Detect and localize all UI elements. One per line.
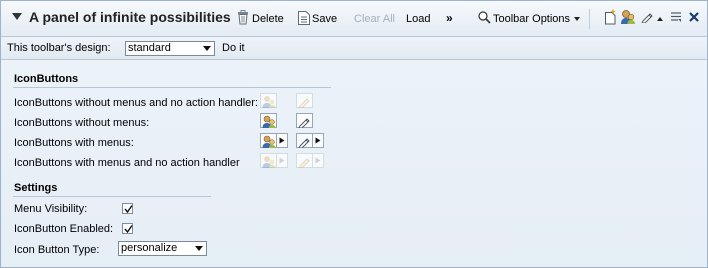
panel-title: A panel of infinite possibilities — [29, 9, 231, 25]
close-icon[interactable] — [688, 11, 700, 23]
menu-visibility-label: Menu Visibility: — [14, 203, 88, 215]
search-icon[interactable] — [478, 11, 491, 24]
section-divider — [13, 196, 211, 197]
menu-arrow-icon[interactable] — [276, 154, 287, 167]
new-icon[interactable] — [604, 9, 618, 25]
pencil-icon — [298, 158, 310, 168]
checkmark-icon — [124, 205, 133, 214]
personalize-icon — [262, 135, 276, 148]
collapse-arrow-icon[interactable] — [12, 13, 22, 20]
iconbutton-row-label: IconButtons without menus and no action … — [14, 97, 258, 109]
settings-heading: Settings — [14, 182, 58, 194]
checkmark-icon — [124, 225, 133, 234]
menu-arrow-icon[interactable] — [312, 154, 323, 167]
personalize-menu-iconbutton[interactable] — [260, 133, 288, 148]
toolbar-design-select[interactable]: standard — [125, 41, 215, 56]
menu-arrow-icon[interactable] — [312, 134, 323, 147]
load-button[interactable]: Load — [406, 12, 430, 26]
section-divider — [13, 87, 331, 88]
pencil-iconbutton[interactable] — [296, 113, 313, 128]
delete-button[interactable]: Delete — [252, 12, 284, 26]
personalize-iconbutton[interactable] — [260, 113, 277, 128]
pencil-menu-iconbutton[interactable] — [296, 133, 324, 148]
toolbar-design-bar: This toolbar's design: standard Do it — [1, 37, 707, 60]
personalize-iconbutton[interactable] — [260, 93, 277, 108]
pencil-menu-iconbutton[interactable] — [296, 153, 324, 168]
iconbutton-row-label: IconButtons with menus: — [14, 137, 134, 149]
pencil-icon — [298, 98, 310, 108]
iconbuttons-heading: IconButtons — [14, 73, 79, 85]
menu-visibility-checkbox[interactable] — [122, 203, 133, 214]
pencil-icon — [298, 138, 310, 148]
iconbutton-row-label: IconButtons with menus and no action han… — [14, 157, 240, 169]
toolbar-design-label: This toolbar's design: — [7, 42, 111, 54]
personalize-icon[interactable] — [620, 9, 636, 25]
chevron-down-icon — [203, 46, 211, 51]
icon-button-type-label: Icon Button Type: — [14, 244, 100, 256]
pencil-icon — [298, 118, 310, 128]
delete-icon[interactable] — [237, 10, 249, 25]
personalize-icon — [262, 115, 276, 128]
icon-button-type-value: personalize — [121, 242, 178, 254]
personalize-menu-iconbutton[interactable] — [260, 153, 288, 168]
save-button[interactable]: Save — [312, 12, 337, 26]
iconbutton-enabled-label: IconButton Enabled: — [14, 223, 114, 235]
panel: A panel of infinite possibilities Delete… — [0, 0, 708, 268]
overflow-button[interactable]: » — [446, 11, 453, 25]
toolbar-separator — [589, 9, 590, 29]
chevron-down-icon — [195, 246, 203, 251]
do-it-button[interactable]: Do it — [222, 42, 245, 54]
panel-header: A panel of infinite possibilities Delete… — [1, 1, 707, 37]
pencil-menu-icon[interactable] — [657, 17, 663, 21]
icon-button-type-select[interactable]: personalize — [118, 241, 207, 256]
menu-arrow-icon[interactable] — [276, 134, 287, 147]
clear-all-button[interactable]: Clear All — [354, 12, 395, 26]
personalize-icon — [262, 156, 276, 168]
iconbutton-enabled-checkbox[interactable] — [122, 223, 133, 234]
pencil-iconbutton[interactable] — [296, 93, 313, 108]
list-icon[interactable] — [670, 11, 682, 23]
toolbar-options-button[interactable]: Toolbar Options — [493, 12, 570, 26]
save-icon[interactable] — [298, 11, 310, 25]
pencil-icon[interactable] — [641, 11, 653, 23]
personalize-icon — [262, 96, 276, 108]
toolbar-design-value: standard — [128, 42, 171, 54]
iconbutton-row-label: IconButtons without menus: — [14, 117, 150, 129]
toolbar-options-menu-icon[interactable] — [574, 17, 580, 21]
